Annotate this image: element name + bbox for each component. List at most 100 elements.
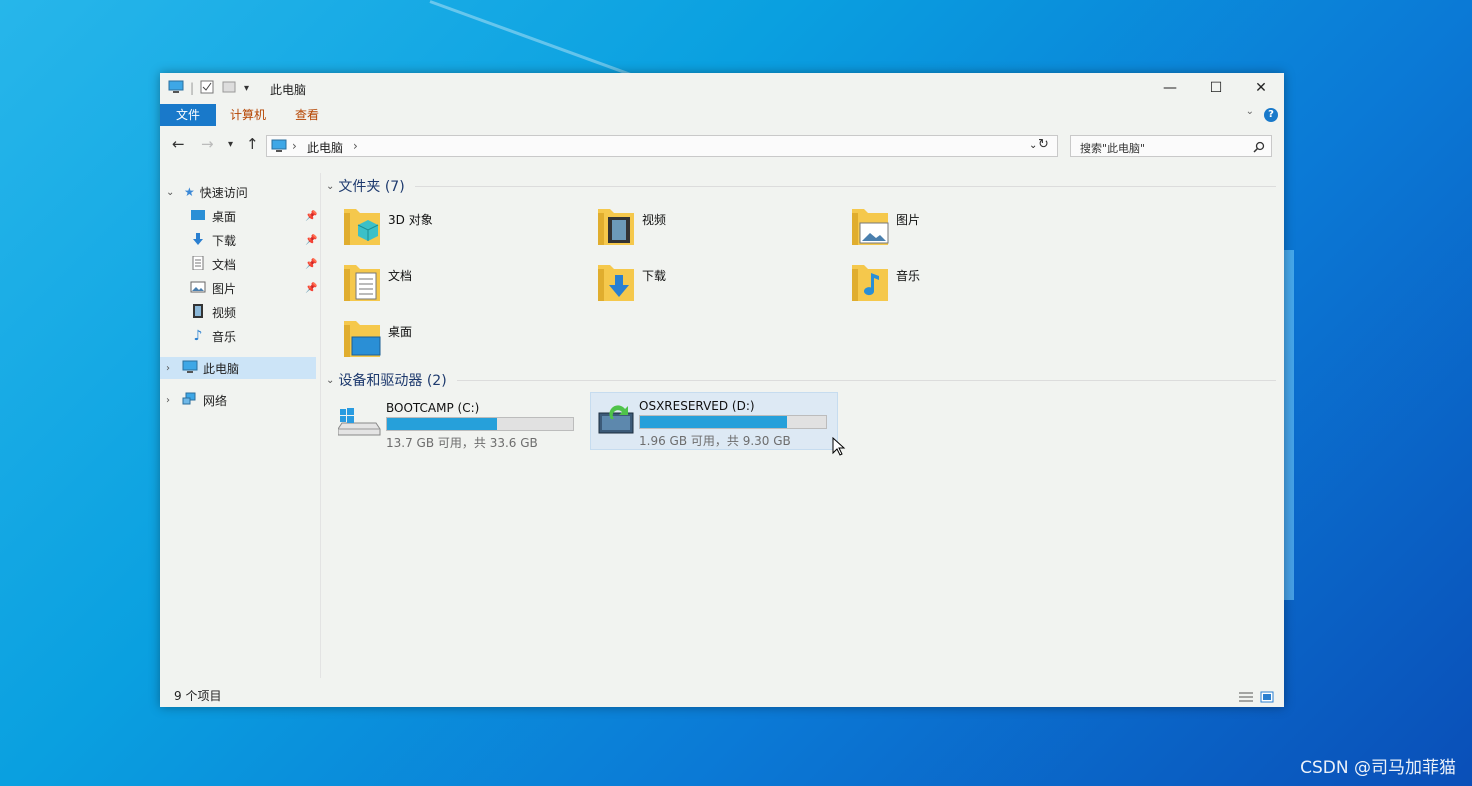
this-pc-icon	[168, 80, 184, 97]
file-explorer-window: | ▾ 此电脑 — ☐ ✕ 文件 计算机 查看 ⌄ ? ← → ▾ ↑ › 此电…	[160, 73, 1284, 707]
maximize-button[interactable]: ☐	[1193, 73, 1239, 103]
collapsed-chevron-icon[interactable]: ›	[166, 363, 178, 374]
back-button[interactable]: ←	[172, 135, 185, 153]
expand-ribbon-icon[interactable]: ⌄	[1246, 106, 1254, 117]
large-icons-view-icon[interactable]	[1260, 688, 1274, 707]
tab-view[interactable]: 查看	[281, 104, 333, 126]
quick-access-toolbar: | ▾	[168, 79, 249, 97]
drive-usage-fill	[387, 418, 497, 430]
group-title: 文件夹 (7)	[338, 179, 405, 195]
drive-usage-fill	[640, 416, 787, 428]
desktop-folder-icon	[342, 315, 382, 363]
folder-3d-objects[interactable]: 3D 对象	[342, 203, 582, 253]
folder-downloads[interactable]: 下载	[596, 259, 836, 309]
folder-label: 文档	[388, 269, 413, 283]
address-bar[interactable]: › 此电脑 › ⌄	[266, 135, 1058, 157]
tab-computer[interactable]: 计算机	[216, 104, 280, 126]
network-icon	[182, 392, 198, 409]
pin-icon[interactable]: 📌	[305, 283, 317, 294]
documents-folder-icon	[342, 259, 382, 307]
sidebar-item-label: 音乐	[212, 329, 237, 344]
folder-label: 音乐	[896, 269, 921, 283]
pin-icon[interactable]: 📌	[305, 235, 317, 246]
minimize-button[interactable]: —	[1147, 73, 1193, 103]
sidebar-item-label: 文档	[212, 257, 237, 272]
expanded-chevron-icon[interactable]: ⌄	[326, 181, 334, 192]
video-icon	[190, 303, 206, 321]
drive-c[interactable]: BOOTCAMP (C:) 13.7 GB 可用，共 33.6 GB	[337, 395, 584, 451]
folder-music[interactable]: 音乐	[850, 259, 1090, 309]
this-pc-icon	[182, 360, 198, 377]
sidebar-item-documents[interactable]: 文档 📌	[190, 253, 318, 275]
properties-icon[interactable]	[200, 80, 214, 97]
document-icon	[190, 255, 206, 273]
drive-d[interactable]: OSXRESERVED (D:) 1.96 GB 可用，共 9.30 GB	[590, 392, 838, 450]
status-bar: 9 个项目	[160, 681, 1284, 707]
sidebar-item-label: 网络	[203, 393, 228, 408]
sidebar-item-label: 此电脑	[203, 361, 240, 376]
sidebar-item-desktop[interactable]: 桌面 📌	[190, 205, 318, 227]
forward-button[interactable]: →	[201, 135, 214, 153]
sidebar-item-quick-access[interactable]: ⌄ ★ 快速访问	[166, 181, 316, 203]
search-placeholder: 搜索"此电脑"	[1080, 142, 1146, 155]
folder-pictures[interactable]: 图片	[850, 203, 1090, 253]
group-header-folders[interactable]: ⌄ 文件夹 (7)	[326, 176, 1276, 196]
folder-videos[interactable]: 视频	[596, 203, 836, 253]
drive-name: BOOTCAMP (C:)	[386, 401, 480, 415]
sidebar-item-network[interactable]: › 网络	[166, 389, 316, 411]
collapsed-chevron-icon[interactable]: ›	[166, 395, 178, 406]
drive-space-info: 1.96 GB 可用，共 9.30 GB	[639, 434, 791, 448]
breadcrumb-separator[interactable]: ›	[292, 139, 297, 153]
new-folder-icon[interactable]	[222, 80, 236, 97]
up-button[interactable]: ↑	[246, 135, 259, 153]
folder-desktop[interactable]: 桌面	[342, 315, 582, 365]
sidebar-item-label: 快速访问	[199, 185, 248, 200]
drive-space-info: 13.7 GB 可用，共 33.6 GB	[386, 436, 538, 450]
drive-name: OSXRESERVED (D:)	[639, 399, 755, 413]
osx-drive-icon	[597, 403, 637, 439]
expanded-chevron-icon[interactable]: ⌄	[326, 375, 334, 386]
pin-icon[interactable]: 📌	[305, 259, 317, 270]
sidebar-item-pictures[interactable]: 图片 📌	[190, 277, 318, 299]
breadcrumb-this-pc[interactable]: 此电脑	[307, 139, 343, 156]
navigation-bar: ← → ▾ ↑ › 此电脑 › ⌄ ↻ 搜索"此电脑"	[160, 131, 1284, 161]
details-view-icon[interactable]	[1238, 688, 1254, 707]
address-history-dropdown-icon[interactable]: ⌄	[1029, 140, 1037, 151]
navigation-pane: ⌄ ★ 快速访问 桌面 📌 下载 📌 文档 📌 图片 📌 视频 ♪ 音乐 › 此…	[160, 173, 320, 678]
pane-divider[interactable]	[320, 173, 321, 678]
tab-file[interactable]: 文件	[160, 104, 216, 126]
downloads-folder-icon	[596, 259, 636, 307]
folder-label: 3D 对象	[388, 213, 433, 227]
close-button[interactable]: ✕	[1238, 73, 1284, 103]
breadcrumb-separator[interactable]: ›	[353, 139, 358, 153]
wallpaper-glow	[1284, 250, 1294, 600]
sidebar-item-this-pc[interactable]: › 此电脑	[160, 357, 316, 379]
refresh-icon[interactable]: ↻	[1038, 137, 1049, 152]
search-box[interactable]: 搜索"此电脑"	[1070, 135, 1272, 157]
item-count: 9 个项目	[174, 689, 222, 703]
help-icon[interactable]: ?	[1264, 108, 1278, 122]
search-icon	[1253, 138, 1265, 157]
mouse-cursor-icon	[832, 436, 846, 461]
desktop-icon	[190, 209, 206, 224]
sidebar-item-downloads[interactable]: 下载 📌	[190, 229, 318, 251]
pictures-icon	[190, 281, 206, 296]
customize-dropdown-icon[interactable]: ▾	[244, 83, 249, 94]
folder-label: 下载	[642, 269, 667, 283]
pin-icon[interactable]: 📌	[305, 211, 317, 222]
this-pc-icon	[271, 138, 287, 157]
sidebar-item-label: 视频	[212, 305, 237, 320]
sidebar-item-label: 下载	[212, 233, 237, 248]
ribbon-tabs: 文件 计算机 查看 ⌄ ?	[160, 103, 1284, 127]
recent-locations-icon[interactable]: ▾	[228, 139, 233, 150]
sidebar-item-music[interactable]: ♪ 音乐	[190, 325, 318, 347]
music-icon: ♪	[193, 328, 203, 344]
folder-documents[interactable]: 文档	[342, 259, 582, 309]
group-header-devices[interactable]: ⌄ 设备和驱动器 (2)	[326, 370, 1276, 390]
3d-objects-folder-icon	[342, 203, 382, 251]
expanded-chevron-icon[interactable]: ⌄	[166, 187, 178, 198]
folder-label: 图片	[896, 213, 921, 227]
sidebar-item-videos[interactable]: 视频	[190, 301, 318, 323]
windows-drive-icon	[337, 407, 382, 441]
folder-label: 视频	[642, 213, 667, 227]
